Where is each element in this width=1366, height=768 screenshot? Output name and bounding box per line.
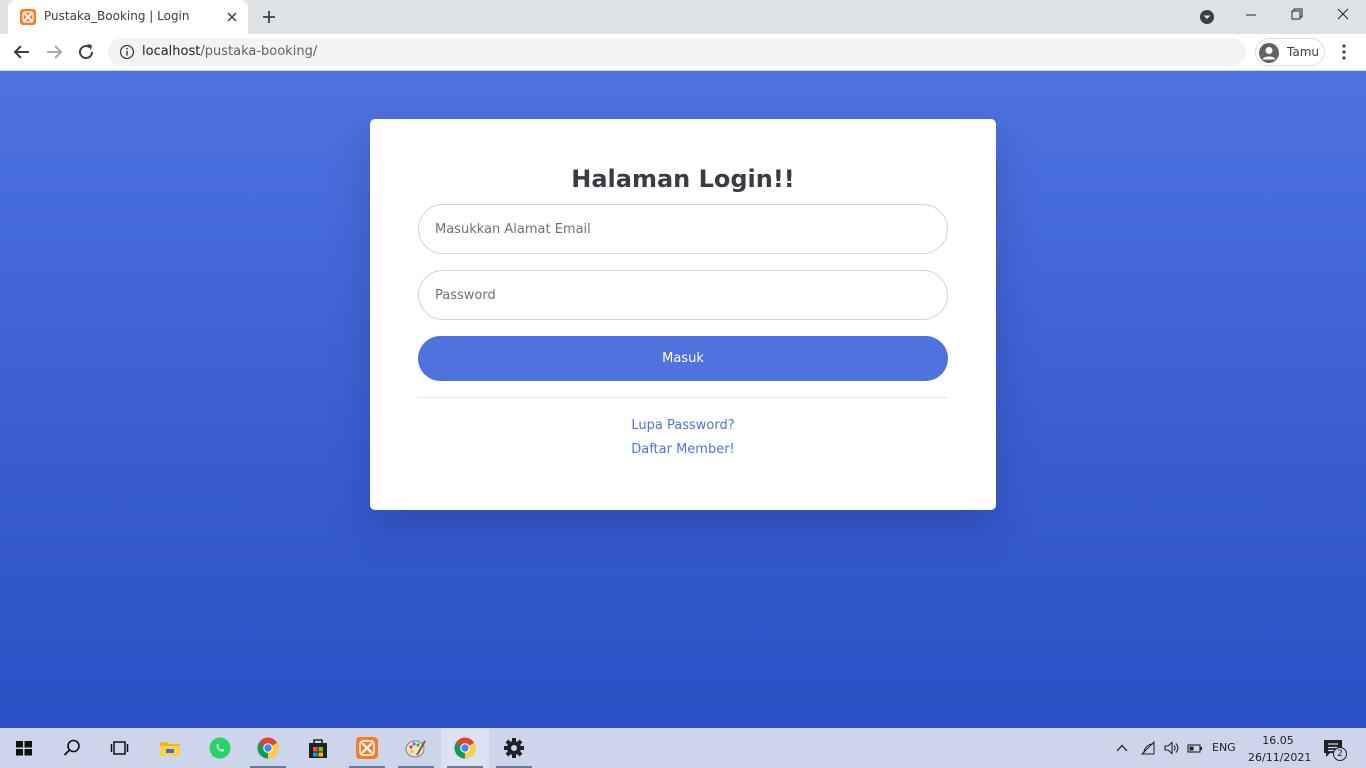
chrome-icon — [257, 737, 279, 759]
page-title: Halaman Login!! — [571, 165, 795, 193]
close-tab-icon[interactable] — [224, 9, 240, 25]
more-menu-icon[interactable] — [1334, 42, 1354, 62]
paint-taskbar-button[interactable] — [392, 728, 440, 768]
chevron-up-icon[interactable] — [1114, 740, 1130, 756]
whatsapp-button[interactable] — [196, 728, 244, 768]
whatsapp-icon — [209, 737, 231, 759]
url-host: localhost — [142, 44, 201, 59]
chrome-active-taskbar-button[interactable] — [441, 728, 489, 768]
login-button[interactable]: Masuk — [418, 336, 948, 381]
register-link[interactable]: Daftar Member! — [370, 442, 996, 457]
task-view-icon — [110, 741, 129, 755]
settings-icon — [504, 738, 524, 758]
store-icon — [309, 739, 327, 758]
email-field[interactable] — [418, 204, 948, 254]
browser-tabstrip: Pustaka_Booking | Login — [0, 0, 1366, 34]
browser-tab[interactable]: Pustaka_Booking | Login — [8, 0, 248, 34]
start-icon — [16, 741, 32, 756]
xampp-favicon-icon — [20, 9, 36, 25]
paint-icon — [405, 740, 426, 758]
xampp-taskbar-button[interactable] — [343, 728, 391, 768]
battery-icon[interactable] — [1187, 740, 1203, 756]
store-button[interactable] — [294, 728, 342, 768]
clock-time: 16.05 — [1262, 734, 1294, 747]
url-path: /pustaka-booking/ — [200, 44, 318, 59]
tab-title: Pustaka_Booking | Login — [44, 9, 190, 23]
reload-icon[interactable] — [74, 40, 98, 64]
forward-arrow-icon[interactable] — [42, 40, 66, 64]
volume-icon[interactable] — [1163, 740, 1179, 756]
divider — [418, 397, 948, 398]
settings-taskbar-button[interactable] — [490, 728, 538, 768]
search-icon — [63, 739, 80, 756]
address-bar[interactable]: localhost/pustaka-booking/ — [108, 38, 1246, 66]
login-card: Halaman Login!! Masuk Lupa Password? Daf… — [370, 119, 996, 510]
task-view-button[interactable] — [96, 728, 144, 768]
taskbar-search-button[interactable] — [48, 728, 96, 768]
site-info-icon[interactable] — [119, 44, 135, 60]
close-window-icon[interactable] — [1320, 0, 1366, 30]
notification-count-badge: 2 — [1333, 747, 1347, 761]
page-background: Halaman Login!! Masuk Lupa Password? Daf… — [0, 71, 1366, 728]
input-language[interactable]: ENG — [1212, 741, 1236, 754]
clock[interactable]: 16.05 26/11/2021 — [1248, 732, 1312, 766]
file-explorer-button[interactable] — [146, 728, 194, 768]
xampp-icon — [356, 737, 378, 759]
profile-name: Tamu — [1287, 45, 1319, 59]
new-tab-icon[interactable] — [258, 6, 280, 28]
profile-button[interactable]: Tamu — [1255, 38, 1325, 66]
url-text: localhost/pustaka-booking/ — [142, 44, 317, 59]
back-arrow-icon[interactable] — [10, 40, 34, 64]
chrome-taskbar-button[interactable] — [244, 728, 292, 768]
wifi-icon[interactable] — [1140, 740, 1156, 756]
tab-search-icon[interactable] — [1197, 7, 1217, 27]
minimize-window-icon[interactable] — [1228, 0, 1274, 30]
restore-window-icon[interactable] — [1274, 0, 1320, 30]
avatar-icon — [1259, 43, 1279, 63]
chrome-icon — [454, 737, 476, 759]
file-explorer-icon — [160, 742, 180, 756]
taskbar: ENG 16.05 26/11/2021 2 — [0, 728, 1366, 768]
clock-date: 26/11/2021 — [1248, 751, 1312, 764]
browser-toolbar: localhost/pustaka-booking/ Tamu — [0, 34, 1366, 71]
password-field[interactable] — [418, 270, 948, 320]
forgot-password-link[interactable]: Lupa Password? — [370, 418, 996, 433]
start-button[interactable] — [0, 728, 48, 768]
